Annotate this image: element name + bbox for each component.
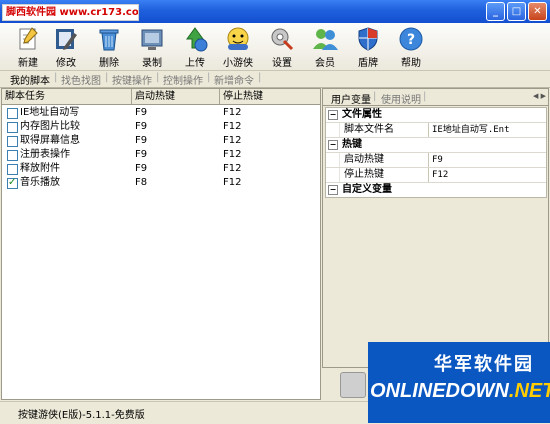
category-hotkeys: − 热键 — [326, 138, 546, 153]
table-row[interactable]: 释放附件 F9 F12 — [2, 162, 320, 176]
record-icon — [141, 29, 163, 50]
title-bar: 脚西软件园 www.cr173.com _ □ ✕ — [0, 0, 550, 24]
property-start-hotkey[interactable]: 启动热键 F9 — [326, 153, 546, 168]
help-button[interactable]: ? 帮助 — [391, 25, 431, 69]
table-row[interactable]: IE地址自动写 F9 F12 — [2, 106, 320, 120]
logo-english-text: ONLINEDOWN.NET — [370, 380, 550, 402]
stop-hotkey: F12 — [223, 107, 242, 118]
start-hotkey: F9 — [135, 163, 148, 174]
property-stop-hotkey[interactable]: 停止热键 F12 — [326, 168, 546, 183]
record-button[interactable]: 录制 — [132, 25, 172, 69]
tab-new-commands[interactable]: 新增命令 — [214, 72, 254, 87]
script-name: 取得屏幕信息 — [20, 135, 80, 146]
edit-button[interactable]: 修改 — [46, 25, 86, 69]
tab-usage-notes[interactable]: 使用说明 — [381, 91, 421, 106]
logo-chinese-text: 华军软件园 — [434, 354, 534, 375]
stop-hotkey: F12 — [223, 149, 242, 160]
shield-button[interactable]: 盾牌 — [348, 25, 388, 69]
new-button[interactable]: 新建 — [8, 25, 48, 69]
stop-hotkey: F12 — [223, 163, 242, 174]
delete-button[interactable]: 删除 — [89, 25, 129, 69]
category-tabs: 我的脚本 | 找色找图 | 按键操作 | 控制操作 | 新增命令 | — [0, 71, 550, 88]
upload-button[interactable]: 上传 — [175, 25, 215, 69]
header-script-task[interactable]: 脚本任务 — [2, 89, 132, 104]
table-row[interactable]: 注册表操作 F9 F12 — [2, 148, 320, 162]
script-list: 脚本任务 启动热键 停止热键 IE地址自动写 F9 F12 内存图片比较 F9 F12 取得… — [1, 88, 321, 400]
status-text: 按键游侠(E版)-5.1.1-免费版 — [18, 410, 145, 421]
table-row[interactable]: 音乐播放 F8 F12 — [2, 176, 320, 190]
delete-icon — [99, 29, 119, 51]
watermark-label: 脚西软件园 www.cr173.com — [2, 4, 139, 21]
stop-hotkey: F12 — [223, 177, 242, 188]
script-name: 释放附件 — [20, 163, 60, 174]
header-stop-hotkey[interactable]: 停止热键 — [220, 89, 319, 104]
upload-icon — [186, 27, 208, 52]
members-button[interactable]: 会员 — [305, 25, 345, 69]
properties-tabs: 用户变量 | 使用说明 | ◀ ▶ — [323, 89, 548, 106]
help-icon: ? — [399, 27, 423, 51]
row-checkbox[interactable] — [7, 108, 18, 119]
row-checkbox[interactable] — [7, 136, 18, 147]
script-name: 注册表操作 — [20, 149, 70, 160]
property-grid: − 文件属性 脚本文件名 IE地址自动写.Ent − 热键 启动热键 F9 停止… — [325, 107, 547, 198]
window-controls: _ □ ✕ — [486, 2, 547, 21]
tab-control-ops[interactable]: 控制操作 — [163, 72, 203, 87]
settings-button[interactable]: 设置 — [262, 25, 302, 69]
save-button[interactable] — [340, 372, 366, 398]
table-row[interactable]: 内存图片比较 F9 F12 — [2, 120, 320, 134]
category-file-attributes: − 文件属性 — [326, 108, 546, 123]
game-button[interactable]: 小游侠 — [218, 25, 258, 69]
stop-hotkey: F12 — [223, 121, 242, 132]
row-checkbox[interactable] — [7, 176, 18, 190]
category-custom-variables: − 自定义变量 — [326, 183, 546, 197]
script-name: 内存图片比较 — [20, 121, 80, 132]
new-icon — [19, 27, 38, 50]
collapse-icon[interactable]: − — [328, 185, 338, 195]
script-list-header: 脚本任务 启动热键 停止热键 — [2, 89, 320, 105]
edit-icon — [56, 29, 77, 50]
toolbar: 新建 修改 删除 录制 上传 小游侠 设置 会员 盾牌 ? 帮助 — [0, 23, 550, 71]
svg-text:?: ? — [407, 32, 415, 48]
stop-hotkey: F12 — [223, 135, 242, 146]
start-hotkey: F9 — [135, 107, 148, 118]
collapse-icon[interactable]: − — [328, 110, 338, 120]
settings-icon — [271, 28, 294, 51]
properties-panel: 用户变量 | 使用说明 | ◀ ▶ − 文件属性 脚本文件名 IE地址自动写.E… — [322, 88, 549, 368]
tab-key-ops[interactable]: 按键操作 — [112, 72, 152, 87]
tab-scroll-arrows-icon[interactable]: ◀ ▶ — [533, 92, 546, 100]
start-hotkey: F9 — [135, 149, 148, 160]
members-icon — [313, 29, 338, 50]
start-hotkey: F9 — [135, 135, 148, 146]
start-hotkey: F9 — [135, 121, 148, 132]
minimize-button[interactable]: _ — [486, 2, 505, 21]
game-icon — [227, 27, 249, 50]
maximize-button[interactable]: □ — [507, 2, 526, 21]
script-name: IE地址自动写 — [20, 107, 80, 118]
tab-find-color[interactable]: 找色找图 — [61, 72, 101, 87]
property-script-file[interactable]: 脚本文件名 IE地址自动写.Ent — [326, 123, 546, 138]
tab-my-scripts[interactable]: 我的脚本 — [10, 72, 50, 87]
collapse-icon[interactable]: − — [328, 140, 338, 150]
tab-user-variables[interactable]: 用户变量 — [331, 91, 371, 106]
header-start-hotkey[interactable]: 启动热键 — [132, 89, 220, 104]
site-logo-watermark: 华军软件园 ONLINEDOWN.NET — [368, 342, 550, 423]
shield-icon — [358, 27, 378, 51]
table-row[interactable]: 取得屏幕信息 F9 F12 — [2, 134, 320, 148]
script-name: 音乐播放 — [20, 177, 60, 188]
row-checkbox[interactable] — [7, 122, 18, 133]
start-hotkey: F8 — [135, 177, 148, 188]
row-checkbox[interactable] — [7, 164, 18, 175]
close-button[interactable]: ✕ — [528, 2, 547, 21]
row-checkbox[interactable] — [7, 150, 18, 161]
